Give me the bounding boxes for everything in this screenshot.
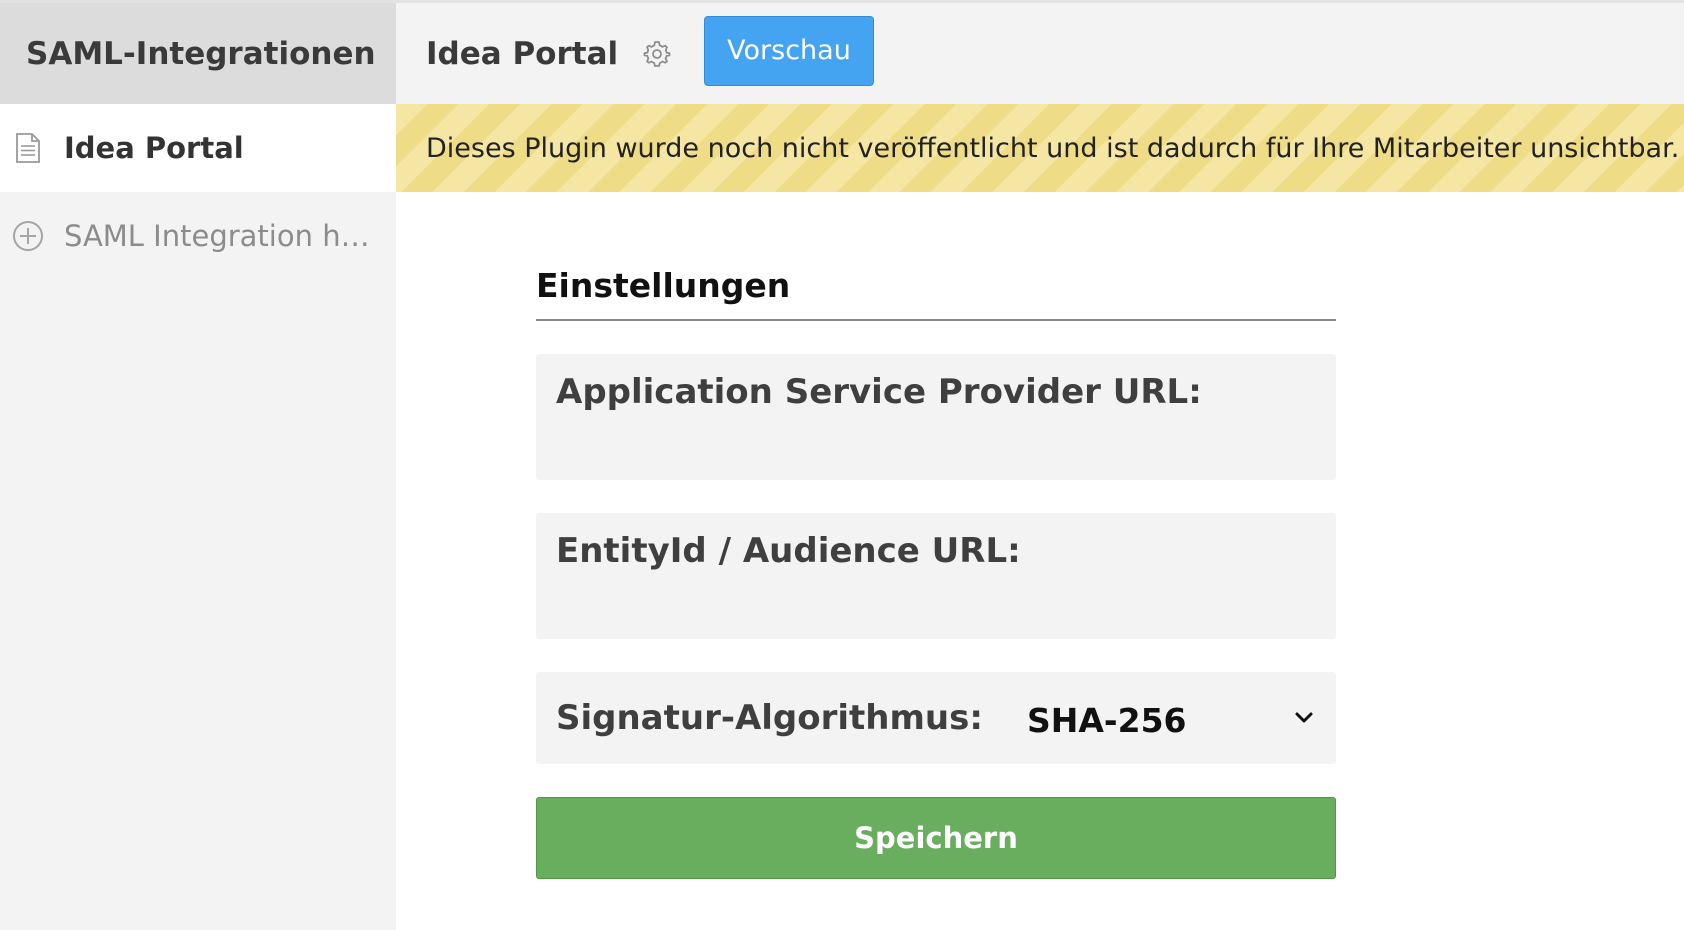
sidebar-title: SAML-Integrationen: [0, 3, 396, 104]
sidebar-item-add-saml-integration[interactable]: SAML Integration hinz...: [0, 192, 396, 280]
sidebar-item-label: SAML Integration hinz...: [64, 219, 374, 253]
banner-text: Dieses Plugin wurde noch nicht veröffent…: [426, 132, 1680, 164]
sidebar-item-label: Idea Portal: [64, 131, 244, 165]
field-label: Application Service Provider URL:: [556, 372, 1202, 412]
sidebar: SAML-Integrationen Idea Portal SAML Inte…: [0, 0, 396, 930]
page-title: Idea Portal: [426, 35, 619, 72]
unpublished-warning-banner: Dieses Plugin wurde noch nicht veröffent…: [396, 104, 1684, 192]
chevron-down-icon: [1292, 706, 1316, 730]
signature-algorithm-select[interactable]: SHA-256: [1027, 697, 1316, 740]
field-label: EntityId / Audience URL:: [556, 531, 1021, 571]
document-icon: [12, 132, 44, 164]
topbar: Idea Portal Vorschau: [396, 0, 1684, 104]
field-label: Signatur-Algorithmus:: [556, 698, 983, 738]
sidebar-item-idea-portal[interactable]: Idea Portal: [0, 104, 396, 192]
section-title: Einstellungen: [536, 266, 1336, 321]
preview-button[interactable]: Vorschau: [704, 15, 874, 86]
save-button[interactable]: Speichern: [536, 797, 1336, 879]
select-value: SHA-256: [1026, 700, 1187, 740]
signature-algorithm-field: Signatur-Algorithmus: SHA-256: [536, 672, 1336, 764]
app: SAML-Integrationen Idea Portal SAML Inte…: [0, 0, 1684, 930]
asp-url-field[interactable]: Application Service Provider URL:: [536, 354, 1336, 480]
gear-icon[interactable]: [642, 39, 672, 69]
settings-panel: Einstellungen Application Service Provid…: [536, 192, 1336, 879]
entity-id-field[interactable]: EntityId / Audience URL:: [536, 513, 1336, 639]
plus-circle-icon: [12, 220, 44, 252]
